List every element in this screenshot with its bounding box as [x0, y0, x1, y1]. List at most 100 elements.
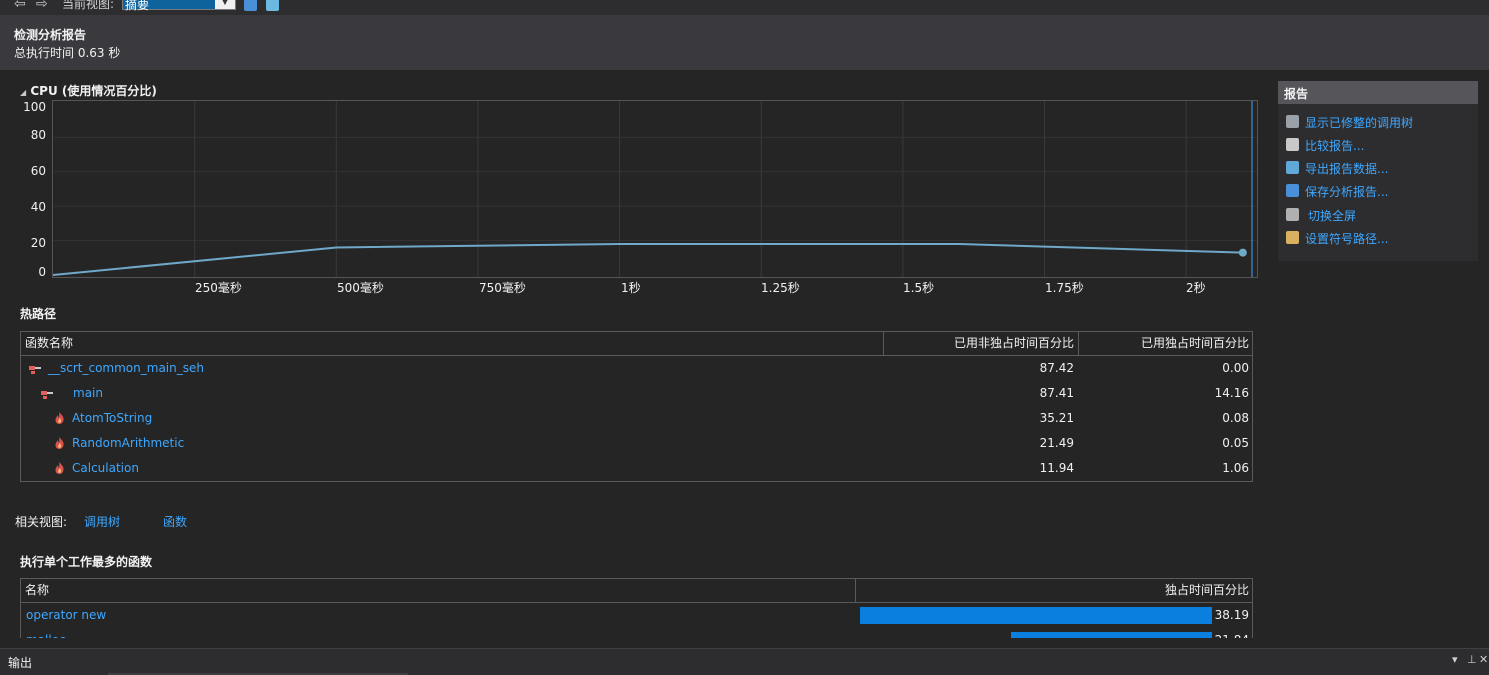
table-row[interactable]: main 87.41 14.16 — [21, 381, 1252, 406]
toolbar: ⇦ ⇨ 当前视图: 摘要 ▼ — [0, 0, 1489, 15]
y-tick-label: 40 — [30, 200, 46, 214]
exclusive-percent: 0.05 — [1222, 436, 1249, 450]
function-name-link[interactable]: operator new — [26, 603, 106, 628]
column-header-name[interactable]: 名称 — [21, 579, 855, 602]
function-name-link[interactable]: main — [73, 381, 103, 406]
table-row[interactable]: RandomArithmetic 21.49 0.05 — [21, 431, 1252, 456]
function-name-link[interactable]: AtomToString — [72, 406, 152, 431]
table-row[interactable]: AtomToString 35.21 0.08 — [21, 406, 1252, 431]
inclusive-percent: 87.41 — [1039, 386, 1074, 400]
fullscreen-icon — [1286, 208, 1299, 221]
flame-icon — [55, 462, 64, 474]
report-action-label: 切换全屏 — [1308, 209, 1357, 223]
report-action-label: 比较报告... — [1305, 139, 1365, 153]
y-tick-label: 60 — [30, 164, 46, 178]
x-tick-label: 1.25秒 — [761, 281, 800, 295]
function-name-link[interactable]: __scrt_common_main_seh — [48, 356, 204, 381]
report-action-label: 显示已修整的调用树 — [1305, 116, 1414, 130]
pin-icon[interactable]: ⊥ — [1467, 653, 1477, 666]
panel-dropdown-icon[interactable]: ▾ — [1452, 653, 1458, 666]
function-icon — [29, 364, 41, 374]
exclusive-percent: 0.08 — [1222, 411, 1249, 425]
x-tick-label: 500毫秒 — [337, 281, 384, 295]
report-panel-title: 报告 — [1284, 87, 1309, 101]
cpu-usage-line — [53, 243, 1243, 276]
y-tick-label: 20 — [30, 236, 46, 250]
call-tree-icon — [1286, 115, 1299, 128]
inclusive-percent: 87.42 — [1039, 361, 1074, 375]
current-view-label: 当前视图: — [62, 0, 115, 11]
hotpath-table: 函数名称 已用非独占时间百分比 已用独占时间百分比 __scrt_common_… — [20, 331, 1253, 482]
report-action-compare[interactable]: 比较报告... — [1286, 136, 1476, 154]
y-tick-label: 80 — [30, 128, 46, 142]
report-panel: 报告 显示已修整的调用树 比较报告... 导出报告数据... 保存分析报告...… — [1278, 81, 1478, 261]
report-action-trimmed-call-tree[interactable]: 显示已修整的调用树 — [1286, 113, 1476, 131]
y-tick-label: 100 — [23, 100, 46, 114]
hotpath-header-row: 函数名称 已用非独占时间百分比 已用独占时间百分比 — [21, 332, 1252, 356]
function-name-link[interactable]: Calculation — [72, 456, 139, 481]
table-row[interactable]: Calculation 11.94 1.06 — [21, 456, 1252, 481]
compare-icon — [1286, 138, 1299, 151]
link-call-tree[interactable]: 调用树 — [84, 513, 120, 530]
exclusive-percent: 14.16 — [1214, 386, 1249, 400]
output-panel-title: 输出 — [8, 656, 33, 670]
cpu-usage-end-point — [1238, 248, 1247, 257]
report-panel-header: 报告 — [1278, 81, 1478, 104]
column-header-inclusive[interactable]: 已用非独占时间百分比 — [883, 332, 1078, 355]
link-functions[interactable]: 函数 — [163, 513, 187, 530]
current-view-value: 摘要 — [125, 0, 150, 12]
column-header-exclusive[interactable]: 已用独占时间百分比 — [1078, 332, 1253, 355]
column-header-function-name[interactable]: 函数名称 — [21, 332, 883, 355]
report-action-label: 导出报告数据... — [1305, 162, 1389, 176]
save-icon — [1286, 184, 1299, 197]
x-tick-label: 1秒 — [621, 281, 641, 295]
table-row[interactable]: operator new 38.19 — [21, 603, 1252, 628]
report-action-symbol-path[interactable]: 设置符号路径... — [1286, 229, 1476, 247]
save-view-icon[interactable] — [244, 0, 257, 11]
exclusive-percent: 0.00 — [1222, 361, 1249, 375]
collapse-triangle-icon[interactable]: ◢ — [20, 88, 26, 97]
report-action-save[interactable]: 保存分析报告... — [1286, 182, 1476, 200]
cpu-title: CPU (使用情况百分比) — [30, 84, 157, 98]
report-action-label: 保存分析报告... — [1305, 185, 1389, 199]
report-header: 检测分析报告 总执行时间 0.63 秒 — [0, 15, 1489, 70]
export-icon — [1286, 161, 1299, 174]
exclusive-percent: 38.19 — [1214, 608, 1249, 622]
inclusive-percent: 11.94 — [1039, 461, 1074, 475]
report-action-export[interactable]: 导出报告数据... — [1286, 159, 1476, 177]
current-view-select[interactable]: 摘要 ▼ — [122, 0, 236, 12]
forward-arrow-icon[interactable]: ⇨ — [36, 0, 48, 12]
output-panel: 输出 ▾ ⊥ ✕ — [0, 648, 1489, 675]
inclusive-percent: 21.49 — [1039, 436, 1074, 450]
content-bottom-edge — [0, 638, 1489, 648]
x-tick-label: 1.5秒 — [903, 281, 935, 295]
flame-icon — [55, 412, 64, 424]
table-row[interactable]: __scrt_common_main_seh 87.42 0.00 — [21, 356, 1252, 381]
x-tick-label: 250毫秒 — [195, 281, 242, 295]
function-name-link[interactable]: RandomArithmetic — [72, 431, 184, 456]
cpu-chart-svg — [53, 101, 1257, 277]
export-view-icon[interactable] — [266, 0, 279, 11]
folder-icon — [1286, 231, 1299, 244]
column-header-exclusive-time[interactable]: 独占时间百分比 — [855, 579, 1253, 602]
x-tick-label: 1.75秒 — [1045, 281, 1084, 295]
total-execution-time: 总执行时间 0.63 秒 — [14, 46, 121, 60]
chevron-down-icon[interactable]: ▼ — [215, 0, 235, 9]
cpu-chart — [52, 100, 1258, 278]
related-views-label: 相关视图: — [15, 515, 68, 529]
report-action-fullscreen[interactable]: 切换全屏 — [1286, 206, 1476, 224]
inclusive-percent: 35.21 — [1039, 411, 1074, 425]
back-arrow-icon[interactable]: ⇦ — [14, 0, 26, 12]
report-title: 检测分析报告 — [14, 28, 87, 42]
x-tick-label: 2秒 — [1186, 281, 1206, 295]
exclusive-percent: 1.06 — [1222, 461, 1249, 475]
function-icon — [41, 389, 53, 399]
cpu-section-header[interactable]: ◢ CPU (使用情况百分比) — [20, 82, 157, 99]
x-tick-label: 750毫秒 — [479, 281, 526, 295]
y-tick-label: 0 — [38, 265, 46, 279]
exclusive-time-bar — [860, 607, 1212, 624]
top-functions-header-row: 名称 独占时间百分比 — [21, 579, 1252, 603]
report-action-label: 设置符号路径... — [1305, 232, 1389, 246]
close-icon[interactable]: ✕ — [1479, 653, 1488, 666]
hotpath-title: 热路径 — [20, 307, 57, 321]
